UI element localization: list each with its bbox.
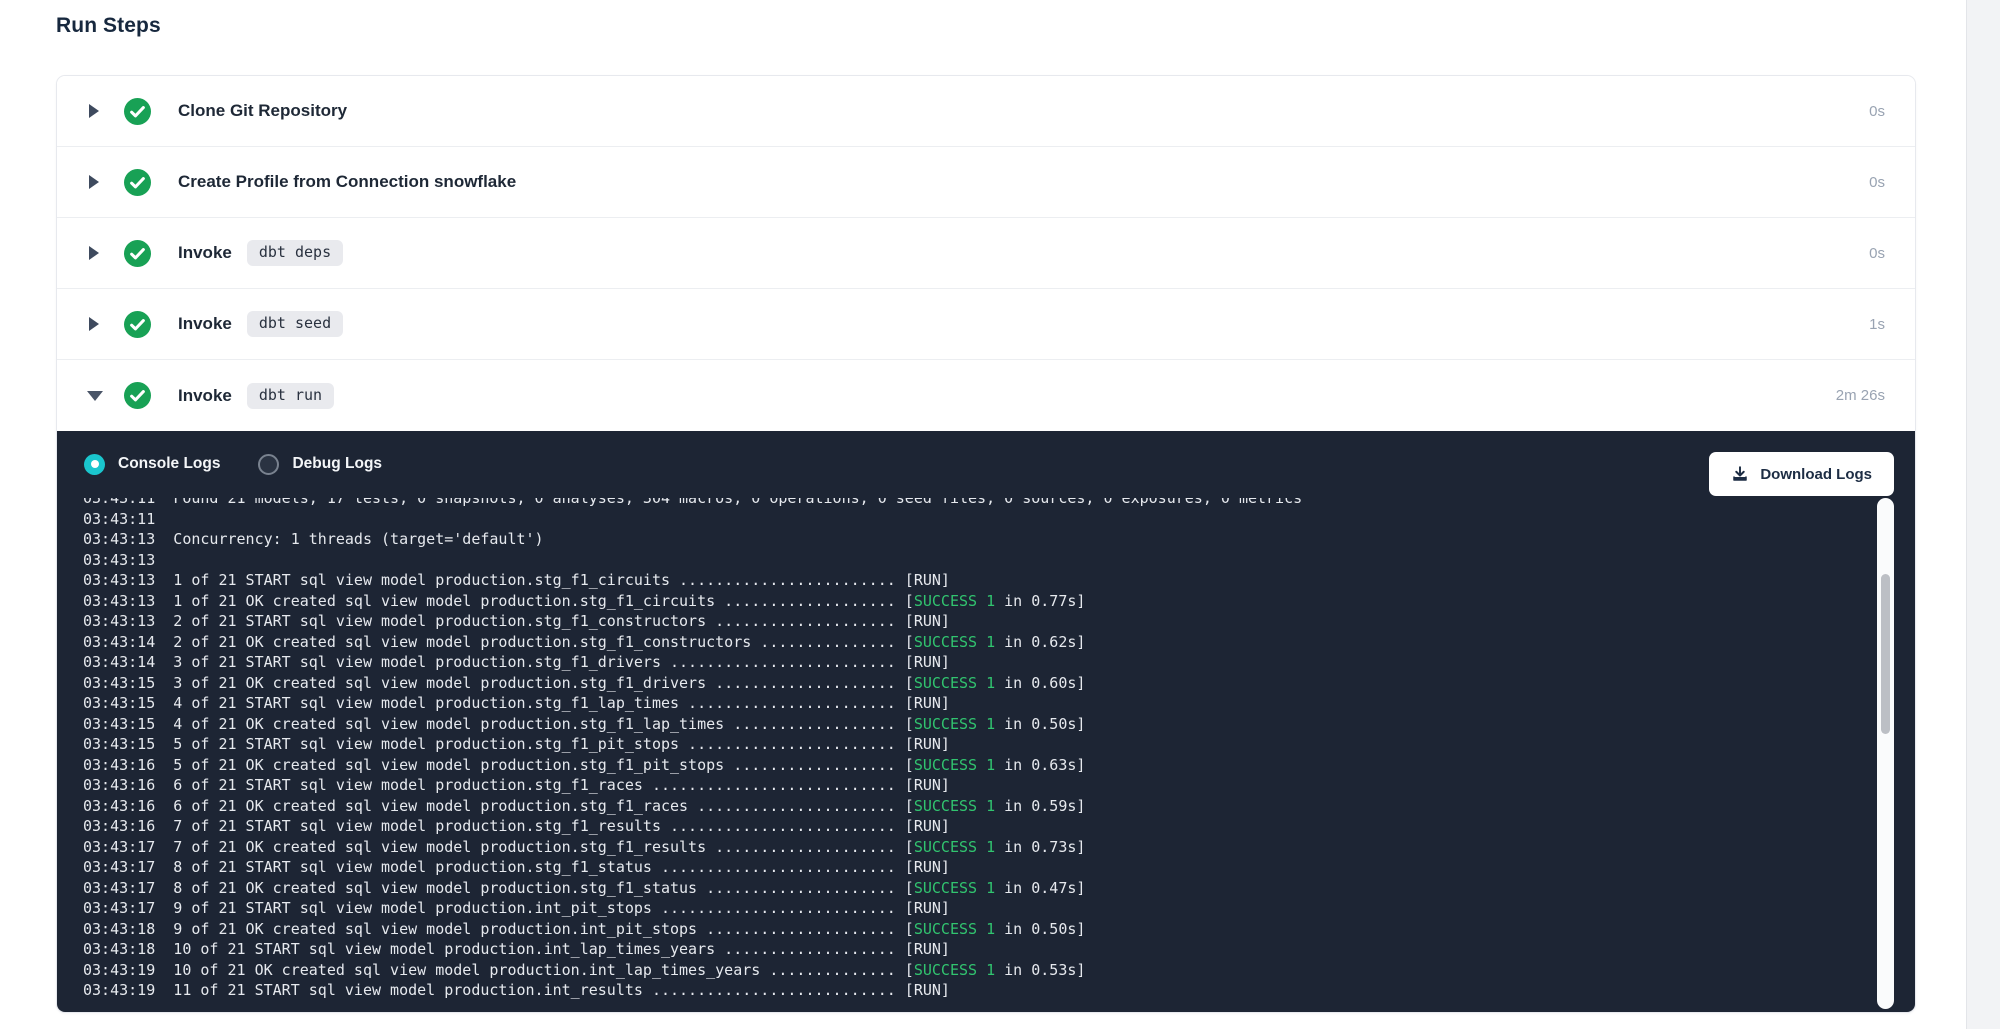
download-icon <box>1731 465 1749 483</box>
success-check-icon <box>124 169 151 196</box>
run-step-row[interactable]: Clone Git Repository 0s <box>57 76 1915 147</box>
success-check-icon <box>124 311 151 338</box>
chevron-right-icon[interactable] <box>89 175 99 189</box>
log-type-radio-group: Console Logs Debug Logs <box>84 431 382 497</box>
download-logs-label: Download Logs <box>1760 466 1872 483</box>
log-line: 03:43:19 11 of 21 START sql view model p… <box>83 980 1879 1001</box>
log-type-radio-console-logs[interactable]: Console Logs <box>84 454 220 475</box>
success-check-icon <box>124 240 151 267</box>
log-line: 03:43:14 3 of 21 START sql view model pr… <box>83 652 1879 673</box>
log-line: 03:43:17 8 of 21 START sql view model pr… <box>83 857 1879 878</box>
radio-label: Console Logs <box>118 455 220 473</box>
run-step-row[interactable]: Invoke dbt run 2m 26s <box>57 360 1915 431</box>
console-log-panel: Console Logs Debug Logs Download Logs 03:… <box>57 431 1915 1013</box>
step-command-badge: dbt deps <box>247 240 343 266</box>
step-duration: 0s <box>1869 103 1885 120</box>
log-scrollbar-thumb[interactable] <box>1881 574 1890 734</box>
run-steps-card: Clone Git Repository0sCreate Profile fro… <box>56 75 1916 1013</box>
log-line: 03:43:18 10 of 21 START sql view model p… <box>83 939 1879 960</box>
console-log-output[interactable]: 03:43:11 Found 21 models, 17 tests, 0 sn… <box>83 498 1879 1009</box>
step-duration: 0s <box>1869 174 1885 191</box>
run-step-row[interactable]: Create Profile from Connection snowflake… <box>57 147 1915 218</box>
log-lines: 03:43:11 Found 21 models, 17 tests, 0 sn… <box>83 498 1879 1001</box>
step-title: Invoke <box>178 243 232 263</box>
run-steps-list: Clone Git Repository0sCreate Profile fro… <box>57 76 1915 431</box>
log-line: 03:43:18 9 of 21 OK created sql view mod… <box>83 919 1879 940</box>
step-duration: 0s <box>1869 245 1885 262</box>
log-line: 03:43:13 1 of 21 OK created sql view mod… <box>83 591 1879 612</box>
step-title: Create Profile from Connection snowflake <box>178 172 516 192</box>
step-title: Invoke <box>178 314 232 334</box>
log-line: 03:43:13 1 of 21 START sql view model pr… <box>83 570 1879 591</box>
step-title: Clone Git Repository <box>178 101 347 121</box>
log-line: 03:43:15 3 of 21 OK created sql view mod… <box>83 673 1879 694</box>
run-step-row[interactable]: Invoke dbt seed 1s <box>57 289 1915 360</box>
chevron-right-icon[interactable] <box>89 317 99 331</box>
success-check-icon <box>124 382 151 409</box>
log-line: 03:43:15 4 of 21 OK created sql view mod… <box>83 714 1879 735</box>
log-type-radio-debug-logs[interactable]: Debug Logs <box>258 454 382 475</box>
log-line: 03:43:15 4 of 21 START sql view model pr… <box>83 693 1879 714</box>
log-line: 03:43:14 2 of 21 OK created sql view mod… <box>83 632 1879 653</box>
log-line: 03:43:11 Found 21 models, 17 tests, 0 sn… <box>83 498 1879 509</box>
page-scroll-gutter <box>1966 0 2000 1029</box>
step-command-badge: dbt run <box>247 383 334 409</box>
log-line: 03:43:15 5 of 21 START sql view model pr… <box>83 734 1879 755</box>
log-line: 03:43:16 5 of 21 OK created sql view mod… <box>83 755 1879 776</box>
log-line: 03:43:16 6 of 21 START sql view model pr… <box>83 775 1879 796</box>
step-title: Invoke <box>178 386 232 406</box>
log-line: 03:43:13 Concurrency: 1 threads (target=… <box>83 529 1879 550</box>
log-line: 03:43:13 <box>83 550 1879 571</box>
radio-selected-icon[interactable] <box>84 454 105 475</box>
log-line: 03:43:17 8 of 21 OK created sql view mod… <box>83 878 1879 899</box>
log-line: 03:43:16 6 of 21 OK created sql view mod… <box>83 796 1879 817</box>
chevron-right-icon[interactable] <box>89 104 99 118</box>
download-logs-button[interactable]: Download Logs <box>1709 452 1894 496</box>
log-line: 03:43:17 9 of 21 START sql view model pr… <box>83 898 1879 919</box>
step-duration: 1s <box>1869 316 1885 333</box>
run-steps-page: Run Steps Clone Git Repository0sCreate P… <box>0 0 2000 1029</box>
chevron-down-icon[interactable] <box>87 391 103 401</box>
radio-label: Debug Logs <box>292 455 382 473</box>
step-duration: 2m 26s <box>1836 387 1885 404</box>
run-step-row[interactable]: Invoke dbt deps 0s <box>57 218 1915 289</box>
step-command-badge: dbt seed <box>247 311 343 337</box>
log-line: 03:43:13 2 of 21 START sql view model pr… <box>83 611 1879 632</box>
radio-unselected-icon[interactable] <box>258 454 279 475</box>
success-check-icon <box>124 98 151 125</box>
log-scrollbar-track[interactable] <box>1877 498 1894 1009</box>
chevron-right-icon[interactable] <box>89 246 99 260</box>
log-line: 03:43:11 <box>83 509 1879 530</box>
log-line: 03:43:17 7 of 21 OK created sql view mod… <box>83 837 1879 858</box>
log-line: 03:43:19 10 of 21 OK created sql view mo… <box>83 960 1879 981</box>
page-title: Run Steps <box>56 14 161 38</box>
log-line: 03:43:16 7 of 21 START sql view model pr… <box>83 816 1879 837</box>
